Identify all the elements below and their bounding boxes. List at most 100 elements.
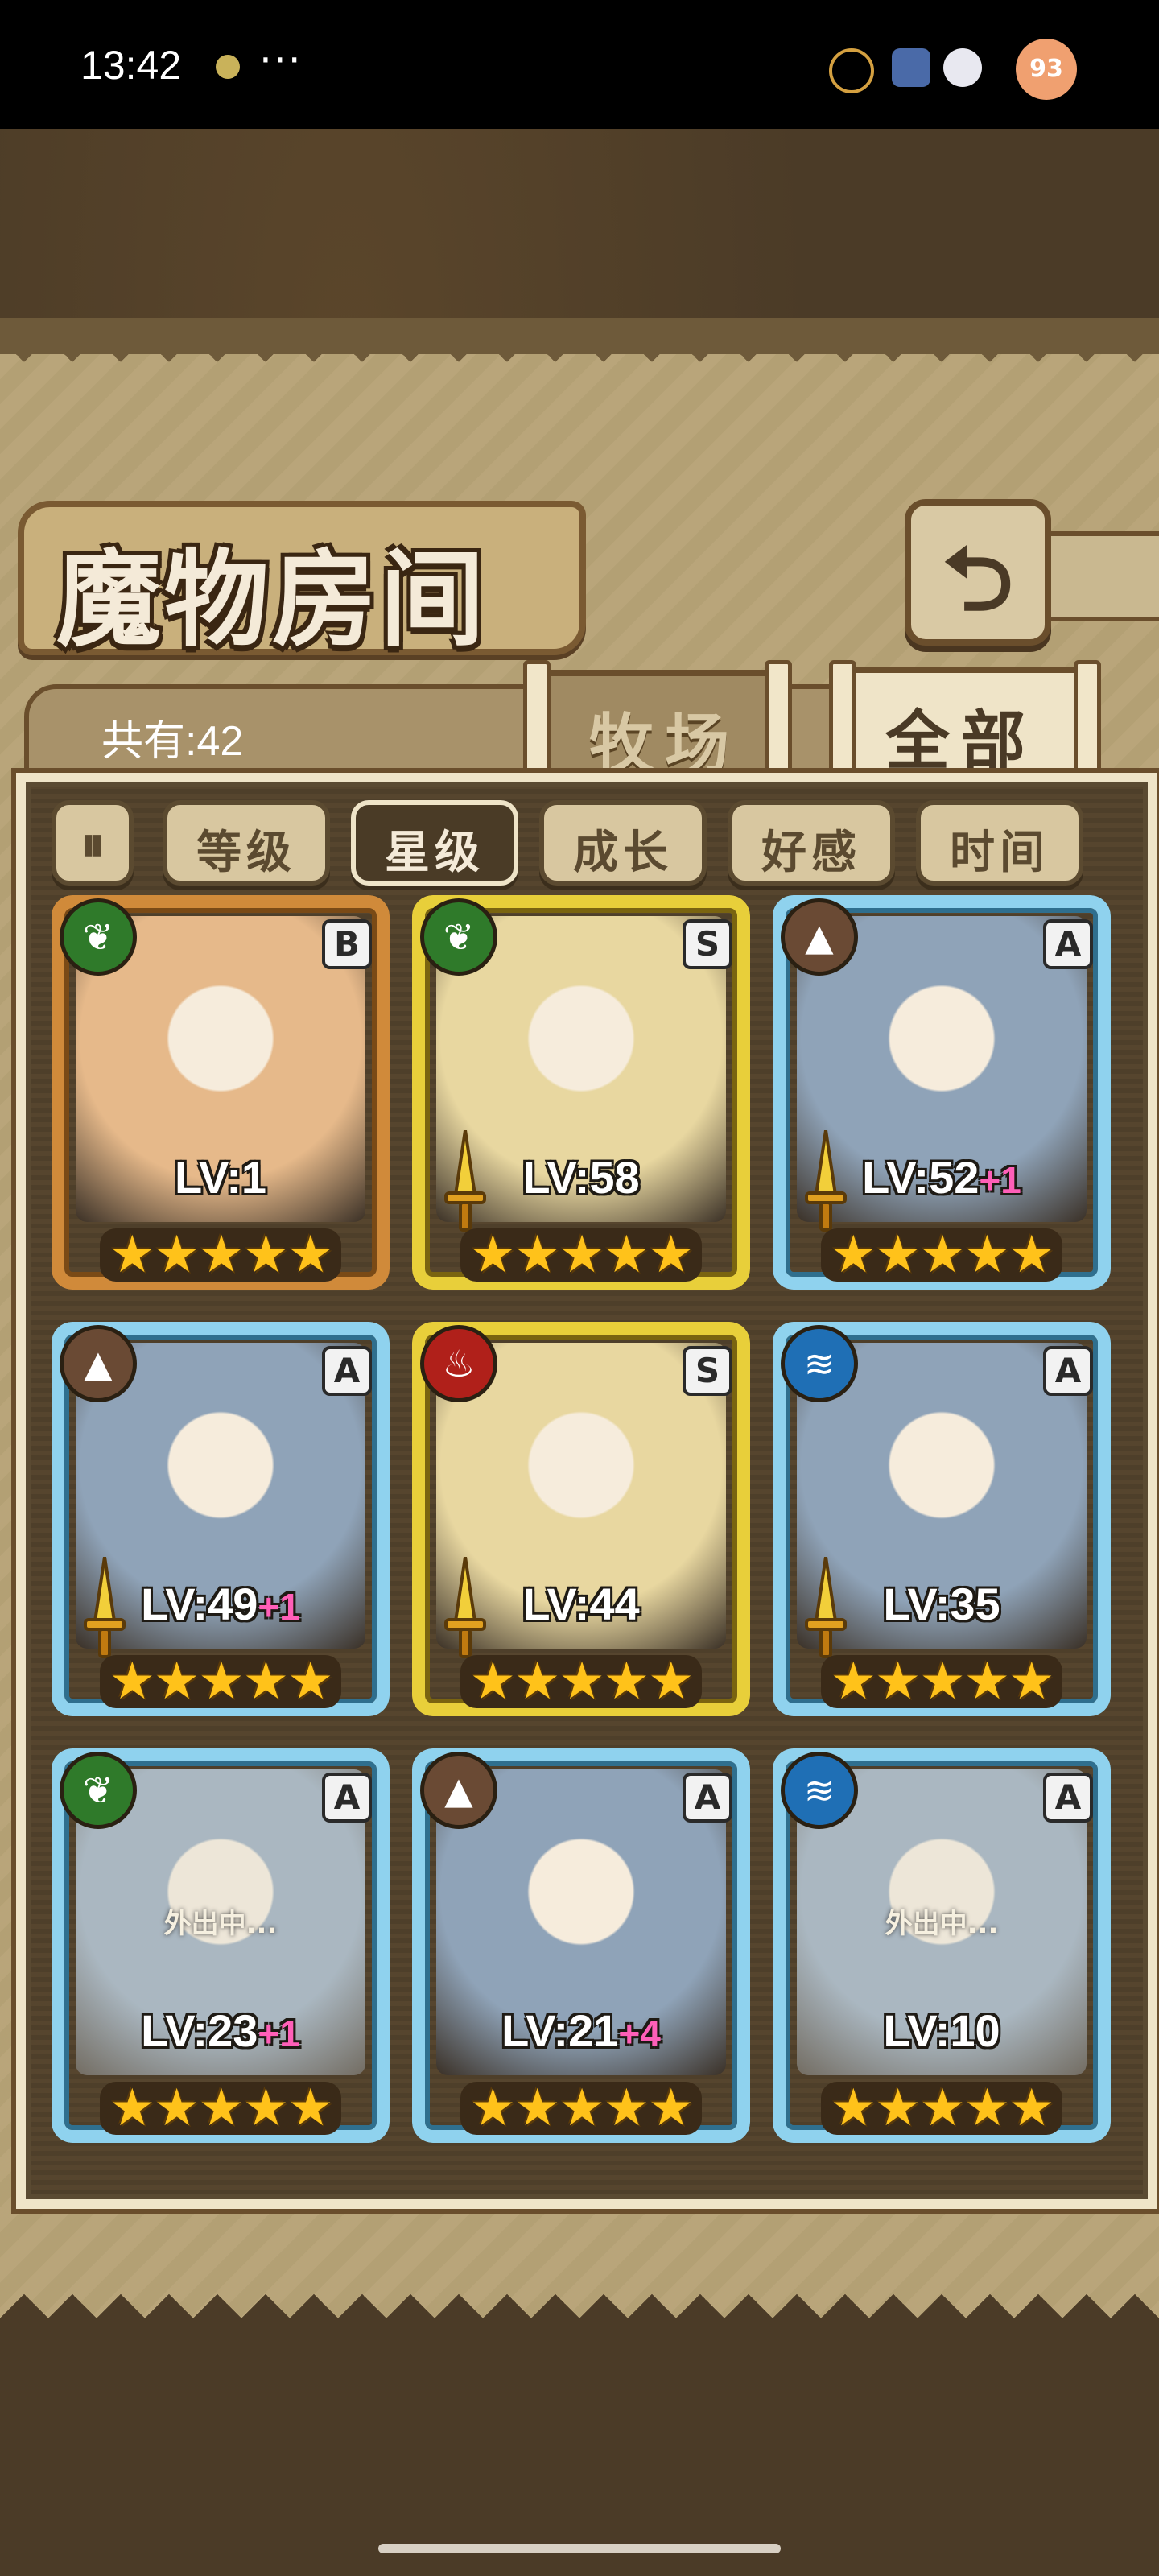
star-icon: ★ <box>963 1652 1010 1711</box>
monster-card[interactable]: ▲ A LV:21+4 ★★★★★ <box>412 1748 750 2143</box>
sort-order-icon: ⏸ <box>80 816 105 873</box>
sort-growth-label: 成长 <box>573 827 673 879</box>
level-text: LV:1 <box>174 1152 267 1203</box>
back-button[interactable]: ⮌ <box>905 499 1051 646</box>
app-status-icon-2 <box>892 48 930 87</box>
earth-element-icon: ▲ <box>420 1752 497 1829</box>
level-text: LV:44 <box>522 1579 640 1629</box>
sort-star-button[interactable]: 星级 <box>351 800 518 886</box>
monster-card[interactable]: ♨ S LV:44 ★★★★★ <box>412 1322 750 1716</box>
grass-element-icon: ❦ <box>60 898 137 976</box>
star-icon: ★ <box>242 2079 289 2138</box>
level-text: LV:23 <box>141 2005 258 2056</box>
more-notifications-icon: ··· <box>259 37 303 84</box>
star-icon: ★ <box>287 2079 333 2138</box>
star-icon: ★ <box>963 1225 1010 1285</box>
fire-element-icon: ♨ <box>420 1325 497 1402</box>
star-icon: ★ <box>919 1652 965 1711</box>
earth-element-icon: ▲ <box>781 898 858 976</box>
notification-icon <box>216 55 240 79</box>
sort-growth-button[interactable]: 成长 <box>539 800 707 886</box>
star-icon: ★ <box>153 2079 200 2138</box>
monster-card[interactable]: ❦ S LV:58 ★★★★★ <box>412 895 750 1290</box>
star-rating: ★★★★★ <box>821 1655 1062 1708</box>
tab-post <box>523 660 551 789</box>
star-rating: ★★★★★ <box>100 1655 341 1708</box>
tab-all-label: 全部 <box>885 704 1037 778</box>
star-icon: ★ <box>469 1225 516 1285</box>
star-rating: ★★★★★ <box>100 2082 341 2135</box>
rank-badge: A <box>1043 1346 1093 1396</box>
monster-card[interactable]: ▲ A LV:49+1 ★★★★★ <box>52 1322 390 1716</box>
sort-level-label: 等级 <box>196 827 296 879</box>
star-icon: ★ <box>559 2079 604 2138</box>
star-icon: ★ <box>514 1652 560 1711</box>
monster-level: LV:10 <box>773 2004 1111 2057</box>
star-icon: ★ <box>242 1652 289 1711</box>
star-icon: ★ <box>109 1652 155 1711</box>
title-plate: 魔物房间 <box>18 501 586 661</box>
level-bonus: +4 <box>618 2013 661 2054</box>
rank-badge: A <box>322 1773 372 1823</box>
status-time: 13:42 <box>80 43 182 88</box>
sort-affection-button[interactable]: 好感 <box>728 800 895 886</box>
rank-badge: B <box>322 919 372 969</box>
back-rail <box>1038 531 1159 621</box>
star-icon: ★ <box>603 1225 650 1285</box>
monster-level: LV:1 <box>52 1151 390 1203</box>
tab-ranch[interactable]: 牧场 <box>538 670 792 787</box>
star-icon: ★ <box>153 1225 200 1285</box>
star-icon: ★ <box>109 2079 155 2138</box>
tab-post <box>1074 660 1101 789</box>
star-icon: ★ <box>830 1225 876 1285</box>
sort-level-button[interactable]: 等级 <box>163 800 330 886</box>
star-icon: ★ <box>514 2079 560 2138</box>
star-icon: ★ <box>198 1652 244 1711</box>
app-status-icon-1 <box>829 48 874 93</box>
star-rating: ★★★★★ <box>460 1655 702 1708</box>
monster-level: LV:35 <box>773 1578 1111 1630</box>
star-rating: ★★★★★ <box>460 2082 702 2135</box>
star-icon: ★ <box>874 1652 921 1711</box>
star-icon: ★ <box>919 1225 965 1285</box>
star-icon: ★ <box>469 2079 516 2138</box>
sort-time-label: 时间 <box>950 827 1050 879</box>
star-icon: ★ <box>287 1225 333 1285</box>
star-rating: ★★★★★ <box>100 1228 341 1282</box>
star-icon: ★ <box>874 2079 921 2138</box>
tab-post <box>829 660 856 789</box>
star-icon: ★ <box>963 2079 1010 2138</box>
star-icon: ★ <box>287 1652 333 1711</box>
home-indicator[interactable] <box>378 2544 781 2553</box>
monster-level: LV:21+4 <box>412 2004 750 2057</box>
star-icon: ★ <box>109 1225 155 1285</box>
monster-card[interactable]: ≋ A LV:35 ★★★★★ <box>773 1322 1111 1716</box>
star-icon: ★ <box>603 2079 650 2138</box>
monster-card[interactable]: ❦ B LV:1 ★★★★★ <box>52 895 390 1290</box>
sort-affection-label: 好感 <box>761 827 861 879</box>
monster-card[interactable]: 外出中... ≋ A LV:10 ★★★★★ <box>773 1748 1111 2143</box>
level-bonus: +1 <box>979 1159 1021 1201</box>
sort-time-button[interactable]: 时间 <box>916 800 1083 886</box>
monster-card[interactable]: 外出中... ❦ A LV:23+1 ★★★★★ <box>52 1748 390 2143</box>
monster-level: LV:44 <box>412 1578 750 1630</box>
rank-badge: S <box>683 1346 732 1396</box>
level-bonus: +1 <box>258 2013 300 2054</box>
back-arrow-icon: ⮌ <box>942 527 1014 630</box>
rank-badge: A <box>1043 919 1093 969</box>
panel-zigzag-bottom <box>0 2270 1159 2318</box>
star-icon: ★ <box>153 1652 200 1711</box>
star-icon: ★ <box>648 1652 694 1711</box>
app-status-icon-3 <box>943 48 982 87</box>
level-text: LV:10 <box>883 2005 1000 2056</box>
star-icon: ★ <box>198 2079 244 2138</box>
monster-card[interactable]: ▲ A LV:52+1 ★★★★★ <box>773 895 1111 1290</box>
status-bar: 13:42 ··· 93 <box>0 0 1159 129</box>
panel-zigzag-top <box>0 338 1159 386</box>
sort-order-toggle[interactable]: ⏸ <box>52 800 134 886</box>
star-icon: ★ <box>1008 1225 1054 1285</box>
rank-badge: A <box>1043 1773 1093 1823</box>
star-icon: ★ <box>198 1225 244 1285</box>
tab-post <box>765 660 792 789</box>
star-icon: ★ <box>242 1225 289 1285</box>
